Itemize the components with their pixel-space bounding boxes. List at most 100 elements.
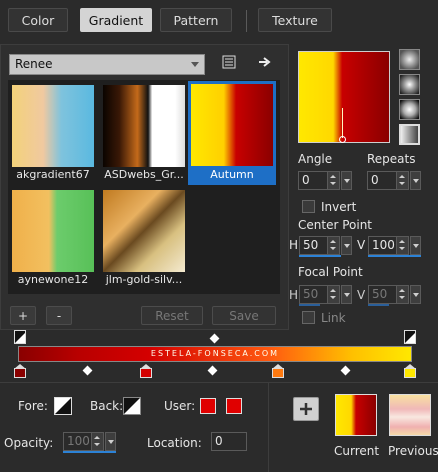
gallery-item-label: Autumn [210, 168, 254, 181]
location-value: 0 [215, 434, 223, 448]
center-v-dropdown[interactable] [410, 236, 421, 255]
gradient-thumbnail [103, 190, 185, 272]
tab-color[interactable]: Color [8, 8, 68, 32]
center-h-label: H [289, 238, 299, 252]
user-color-2[interactable] [226, 398, 242, 414]
center-h-slider[interactable] [299, 255, 341, 257]
add-gradient-button[interactable]: + [10, 306, 36, 325]
gallery-item-label: aynewone12 [17, 273, 89, 286]
rectangular-style-option[interactable] [399, 74, 420, 95]
opacity-stop-right[interactable] [404, 330, 416, 344]
color-midpoint[interactable] [207, 365, 218, 376]
tab-gradient[interactable]: Gradient [80, 8, 152, 32]
color-stop[interactable] [272, 364, 284, 378]
focal-h-stepper[interactable] [327, 286, 339, 303]
fore-swatch[interactable] [54, 397, 72, 415]
gallery-item-asdwebs[interactable]: ASDwebs_Gr... [101, 83, 187, 183]
center-v-value: 100 [372, 238, 395, 252]
tab-texture[interactable]: Texture [258, 8, 332, 32]
gradient-preview[interactable] [298, 51, 390, 143]
sunburst-style-option[interactable] [399, 99, 420, 120]
opacity-stepper[interactable] [91, 433, 103, 450]
opacity-dropdown[interactable] [105, 432, 116, 451]
focal-v-label: V [357, 288, 366, 302]
gallery-item-label: jlm-gold-silv... [105, 273, 183, 286]
gallery-item-akgradient67[interactable]: akgradient67 [10, 83, 96, 183]
focal-v-input[interactable]: 50 [368, 285, 409, 304]
gradient-thumbnail [191, 84, 273, 166]
stop-color [140, 368, 152, 378]
angle-stepper[interactable] [327, 172, 339, 189]
opacity-slider[interactable] [63, 451, 116, 453]
previous-gradient-swatch[interactable] [389, 394, 431, 436]
center-point-handle[interactable] [339, 136, 346, 143]
repeats-dropdown[interactable] [410, 171, 421, 190]
gradient-thumbnail [12, 85, 94, 167]
stop-color [14, 368, 26, 378]
color-midpoint[interactable] [340, 365, 351, 376]
bottom-separator [268, 382, 269, 472]
angle-label: Angle [298, 152, 333, 166]
repeats-stepper[interactable] [396, 172, 408, 189]
current-label: Current [334, 444, 380, 458]
gallery-item-label: akgradient67 [16, 168, 90, 181]
opacity-input[interactable]: 100 [63, 432, 104, 451]
repeats-input[interactable]: 0 [367, 171, 409, 190]
angle-input[interactable]: 0 [298, 171, 340, 190]
invert-checkbox[interactable] [302, 200, 315, 213]
center-v-label: V [357, 238, 366, 252]
radial-style-option[interactable] [399, 124, 420, 145]
fore-label: Fore: [18, 399, 48, 413]
center-v-input[interactable]: 100 [368, 236, 409, 255]
remove-gradient-button[interactable]: - [46, 306, 72, 325]
add-to-library-button[interactable] [293, 397, 319, 421]
category-value: Renee [15, 57, 53, 71]
gallery-item-jlm-gold-silver[interactable]: jlm-gold-silv... [101, 188, 187, 288]
save-button[interactable]: Save [212, 306, 276, 325]
focal-h-dropdown[interactable] [341, 285, 352, 304]
center-v-slider[interactable] [368, 255, 421, 257]
opacity-value: 100 [67, 434, 90, 448]
center-h-input[interactable]: 50 [299, 236, 340, 255]
reset-button[interactable]: Reset [141, 306, 203, 325]
focal-h-value: 50 [303, 287, 319, 301]
focal-v-stepper[interactable] [396, 286, 408, 303]
focal-v-slider[interactable] [368, 304, 389, 306]
gradient-gallery: akgradient67 ASDwebs_Gr... Autumn aynewo… [8, 80, 280, 294]
current-gradient-swatch[interactable] [335, 394, 377, 436]
color-stop[interactable] [14, 364, 26, 378]
library-menu-icon[interactable] [222, 55, 236, 69]
gallery-item-label: ASDwebs_Gr... [104, 168, 184, 181]
center-h-stepper[interactable] [327, 237, 339, 254]
angle-dropdown[interactable] [341, 171, 352, 190]
focal-h-slider[interactable] [299, 304, 320, 306]
center-v-stepper[interactable] [396, 237, 408, 254]
location-input[interactable]: 0 [211, 432, 247, 451]
opacity-stop-left[interactable] [14, 330, 26, 344]
angle-handle-line [342, 108, 343, 138]
opacity-label: Opacity: [4, 436, 54, 450]
invert-label: Invert [321, 200, 357, 214]
location-label: Location: [147, 436, 202, 450]
linear-style-option[interactable] [399, 49, 420, 70]
center-h-dropdown[interactable] [341, 236, 352, 255]
arrow-right-icon[interactable] [258, 56, 272, 68]
color-midpoint[interactable] [82, 365, 93, 376]
back-swatch[interactable] [123, 397, 141, 415]
link-checkbox[interactable] [302, 311, 315, 324]
category-dropdown[interactable]: Renee [9, 54, 205, 75]
focal-h-label: H [289, 288, 299, 302]
focal-v-dropdown[interactable] [410, 285, 421, 304]
tab-pattern[interactable]: Pattern [160, 8, 232, 32]
gallery-item-autumn[interactable]: Autumn [188, 81, 276, 185]
opacity-midpoint[interactable] [209, 333, 220, 344]
tab-separator [246, 10, 247, 32]
center-h-value: 50 [303, 238, 319, 252]
focal-h-input[interactable]: 50 [299, 285, 340, 304]
focal-v-value: 50 [372, 287, 388, 301]
color-stop[interactable] [140, 364, 152, 378]
color-stop[interactable] [404, 364, 416, 378]
gradient-editor-bar[interactable]: ESTELA-FONSECA.COM [18, 346, 412, 362]
user-color-1[interactable] [200, 398, 216, 414]
gallery-item-aynewone12[interactable]: aynewone12 [10, 188, 96, 288]
